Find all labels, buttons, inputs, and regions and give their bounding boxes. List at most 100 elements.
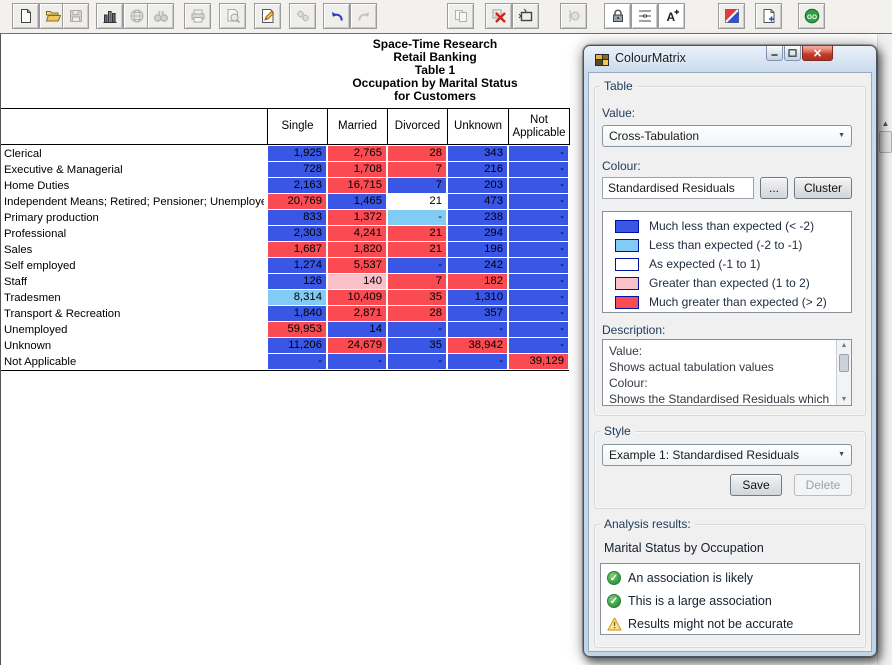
table-cell[interactable]: 39,129 [509, 354, 568, 369]
table-cell[interactable]: 11,206 [268, 338, 326, 353]
table-cell[interactable]: - [388, 210, 446, 225]
style-combobox[interactable]: Example 1: Standardised Residuals ▼ [602, 444, 852, 466]
font-size-button[interactable]: A [658, 3, 685, 29]
table-cell[interactable]: 238 [448, 210, 507, 225]
table-cell[interactable]: 1,840 [268, 306, 326, 321]
table-cell[interactable]: 1,925 [268, 146, 326, 161]
table-cell[interactable]: - [509, 290, 568, 305]
undo-button[interactable] [323, 3, 350, 29]
table-cell[interactable]: 2,765 [328, 146, 386, 161]
save-button[interactable]: Save [730, 474, 782, 496]
new-document-button[interactable] [12, 3, 39, 29]
description-scrollbar[interactable]: ▲ ▼ [836, 340, 851, 405]
row-label[interactable]: Home Duties [4, 178, 264, 194]
table-cell[interactable]: 16,715 [328, 178, 386, 193]
table-cell[interactable]: 35 [388, 290, 446, 305]
table-cell[interactable]: 833 [268, 210, 326, 225]
table-cell[interactable]: - [509, 194, 568, 209]
table-cell[interactable]: - [509, 226, 568, 241]
scroll-up-button[interactable]: ▲ [879, 117, 892, 131]
table-cell[interactable]: - [388, 354, 446, 369]
table-cell[interactable]: - [509, 322, 568, 337]
table-cell[interactable]: - [328, 354, 386, 369]
table-cell[interactable]: - [509, 210, 568, 225]
table-cell[interactable]: 242 [448, 258, 507, 273]
scrollbar-thumb[interactable] [879, 131, 892, 153]
column-header-unknown[interactable]: Unknown [447, 109, 508, 144]
table-cell[interactable]: 28 [388, 146, 446, 161]
row-label[interactable]: Transport & Recreation [4, 306, 264, 322]
table-cell[interactable]: - [448, 354, 507, 369]
table-cell[interactable]: 14 [328, 322, 386, 337]
table-cell[interactable]: 1,274 [268, 258, 326, 273]
description-scroll-thumb[interactable] [839, 354, 849, 372]
edit-document-button[interactable] [254, 3, 281, 29]
table-cell[interactable]: 38,942 [448, 338, 507, 353]
table-cell[interactable]: - [509, 242, 568, 257]
table-cell[interactable]: 357 [448, 306, 507, 321]
table-cell[interactable]: 21 [388, 194, 446, 209]
table-cell[interactable]: 182 [448, 274, 507, 289]
table-cell[interactable]: - [448, 322, 507, 337]
table-cell[interactable]: 216 [448, 162, 507, 177]
row-label[interactable]: Self employed [4, 258, 264, 274]
table-cell[interactable]: 1,687 [268, 242, 326, 257]
row-label[interactable]: Unknown [4, 338, 264, 354]
table-cell[interactable]: 1,820 [328, 242, 386, 257]
table-cell[interactable]: 24,679 [328, 338, 386, 353]
table-cell[interactable]: 10,409 [328, 290, 386, 305]
table-cell[interactable]: - [388, 258, 446, 273]
table-cell[interactable]: 2,303 [268, 226, 326, 241]
table-cell[interactable]: 196 [448, 242, 507, 257]
row-label[interactable]: Staff [4, 274, 264, 290]
row-label[interactable]: Clerical [4, 146, 264, 162]
table-cell[interactable]: 20,769 [268, 194, 326, 209]
maximize-button[interactable] [784, 46, 801, 61]
value-combobox[interactable]: Cross-Tabulation ▼ [602, 125, 852, 147]
table-cell[interactable]: 28 [388, 306, 446, 321]
column-width-button[interactable] [631, 3, 658, 29]
cluster-button[interactable]: Cluster [794, 177, 852, 199]
table-cell[interactable]: 4,241 [328, 226, 386, 241]
table-cell[interactable]: - [509, 178, 568, 193]
delete-table-button[interactable] [485, 3, 512, 29]
table-cell[interactable]: 8,314 [268, 290, 326, 305]
colour-input[interactable]: Standardised Residuals [602, 177, 754, 199]
column-header-single[interactable]: Single [267, 109, 327, 144]
table-cell[interactable]: 5,537 [328, 258, 386, 273]
table-cell[interactable]: 203 [448, 178, 507, 193]
column-header-divorced[interactable]: Divorced [387, 109, 447, 144]
table-cell[interactable]: 21 [388, 226, 446, 241]
table-cell[interactable]: - [388, 322, 446, 337]
table-cell[interactable]: - [509, 338, 568, 353]
go-button[interactable]: GO [798, 3, 825, 29]
row-label[interactable]: Professional [4, 226, 264, 242]
table-cell[interactable]: 7 [388, 178, 446, 193]
table-cell[interactable]: 1,708 [328, 162, 386, 177]
close-button[interactable] [802, 46, 833, 61]
table-cell[interactable]: 728 [268, 162, 326, 177]
table-cell[interactable]: 1,465 [328, 194, 386, 209]
add-document-button[interactable] [755, 3, 782, 29]
main-vertical-scrollbar[interactable]: ▲ [877, 34, 892, 665]
table-cell[interactable]: 126 [268, 274, 326, 289]
table-cell[interactable]: 2,871 [328, 306, 386, 321]
scroll-down-icon[interactable]: ▼ [837, 396, 851, 403]
table-cell[interactable]: 2,163 [268, 178, 326, 193]
row-label[interactable]: Independent Means; Retired; Pensioner; U… [4, 194, 264, 210]
row-label[interactable]: Tradesmen [4, 290, 264, 306]
table-cell[interactable]: 7 [388, 274, 446, 289]
table-cell[interactable]: 1,372 [328, 210, 386, 225]
browse-button[interactable]: ... [760, 177, 788, 199]
row-label[interactable]: Not Applicable [4, 354, 264, 370]
lock-button[interactable] [604, 3, 631, 29]
bar-chart-button[interactable] [96, 3, 123, 29]
table-cell[interactable]: 343 [448, 146, 507, 161]
row-label[interactable]: Primary production [4, 210, 264, 226]
table-cell[interactable]: 35 [388, 338, 446, 353]
table-cell[interactable]: - [509, 274, 568, 289]
table-cell[interactable]: - [268, 354, 326, 369]
table-cell[interactable]: 7 [388, 162, 446, 177]
row-label[interactable]: Sales [4, 242, 264, 258]
column-header-married[interactable]: Married [327, 109, 387, 144]
